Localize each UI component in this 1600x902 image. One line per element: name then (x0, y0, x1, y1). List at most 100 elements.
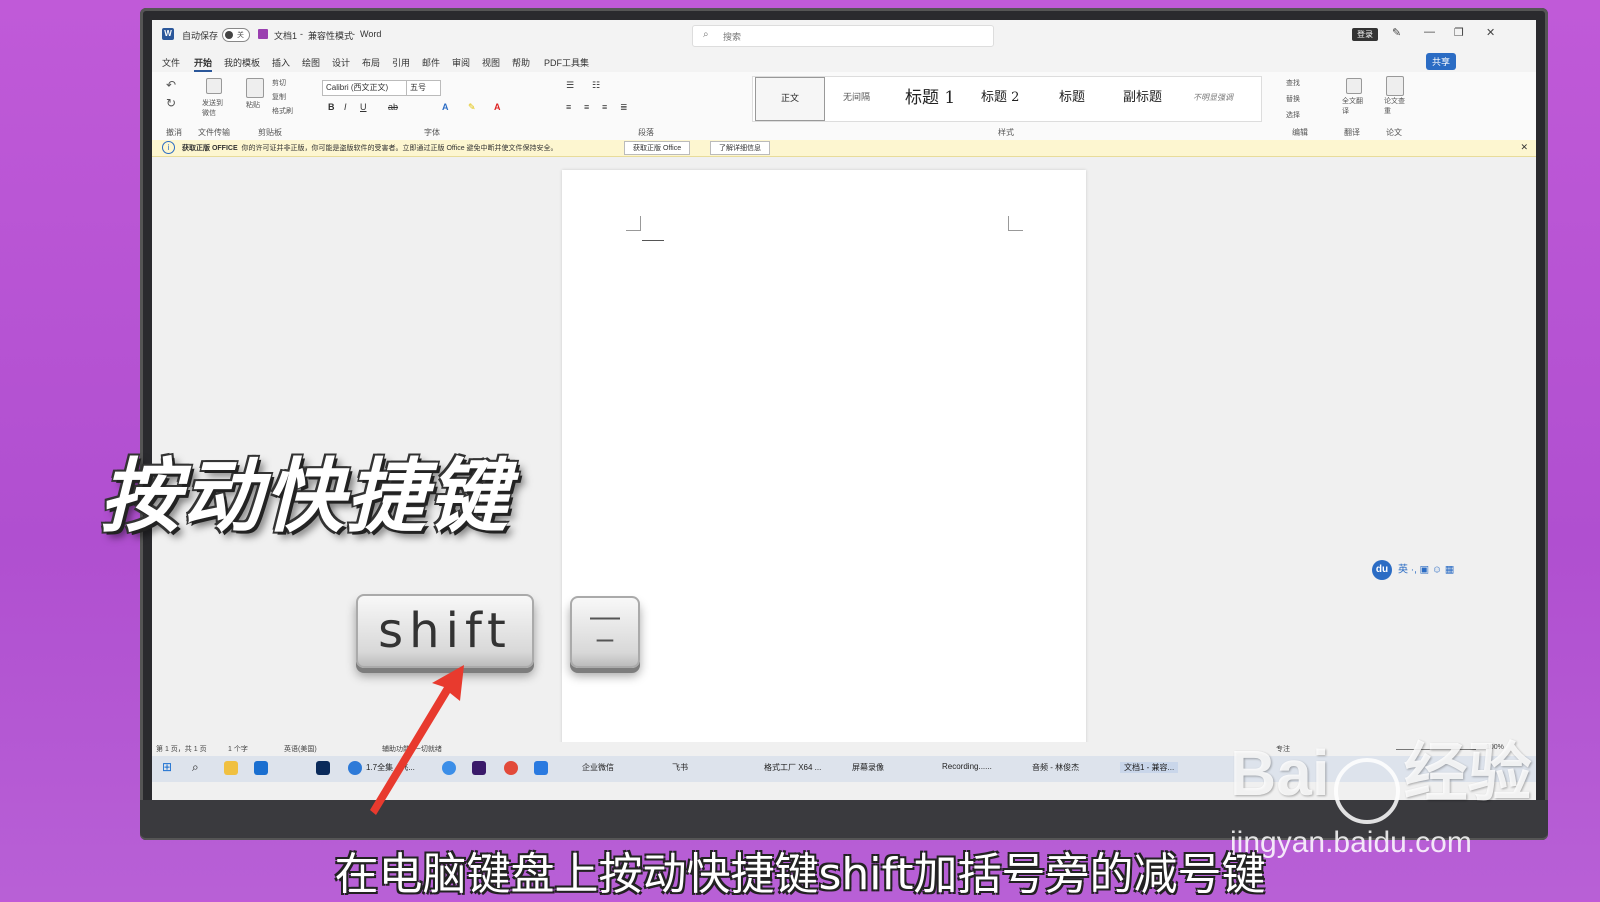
pointer-arrow-icon (370, 665, 464, 815)
tab-file[interactable]: 文件 (162, 56, 180, 69)
tab-pdf-tools[interactable]: PDF工具集 (544, 56, 589, 69)
undo-icon[interactable]: ↶ (166, 78, 176, 92)
styles-gallery: 正文 无间隔 标题 1 标题 2 标题 副标题 不明显强调 (752, 76, 1262, 122)
tab-review[interactable]: 审阅 (452, 56, 470, 69)
style-normal[interactable]: 正文 (755, 77, 825, 121)
taskbar-search-icon[interactable]: ⌕ (192, 760, 199, 775)
align-right-icon[interactable]: ≡ (602, 102, 607, 112)
baidu-ime-toolbar[interactable]: du 英 ·, ▣ ☺ ▦ (1372, 560, 1454, 580)
tab-design[interactable]: 设计 (332, 56, 350, 69)
font-size-select[interactable]: 五号 (406, 80, 441, 96)
word-count[interactable]: 1 个字 (228, 744, 248, 754)
text-effect-button[interactable]: A (442, 102, 449, 112)
align-center-icon[interactable]: ≡ (584, 102, 589, 112)
page-count[interactable]: 第 1 页，共 1 页 (156, 744, 207, 754)
margin-mark (626, 216, 641, 231)
style-subtitle[interactable]: 副标题 (1123, 77, 1162, 119)
folder-icon[interactable] (224, 761, 238, 775)
tab-references[interactable]: 引用 (392, 56, 410, 69)
redo-icon[interactable]: ↻ (166, 96, 176, 110)
search-input[interactable]: ⌕ 搜索 (692, 25, 994, 47)
shift-key: shift (356, 594, 534, 668)
style-subtle-emphasis[interactable]: 不明显强调 (1193, 77, 1233, 119)
baidu-watermark: Bai 经验 jingyan.baidu.com (1230, 737, 1532, 859)
info-icon: i (162, 141, 175, 154)
doc-title: 文档1 (274, 31, 298, 41)
restore-icon[interactable]: ❐ (1454, 26, 1464, 39)
tab-home[interactable]: 开始 (194, 56, 213, 72)
strike-button[interactable]: ab (388, 102, 398, 112)
select-button[interactable]: 选择 (1286, 110, 1300, 120)
underline-button[interactable]: U (360, 102, 367, 112)
paper-check-icon[interactable] (1386, 76, 1404, 96)
taskbar-item[interactable]: 屏幕录像 (852, 762, 884, 773)
tab-draw[interactable]: 绘图 (302, 56, 320, 69)
cut-button[interactable]: 剪切 (272, 78, 286, 88)
style-title[interactable]: 标题 (1059, 77, 1085, 119)
style-heading1[interactable]: 标题 1 (905, 77, 955, 119)
feishu-icon[interactable] (534, 761, 548, 775)
search-icon: ⌕ (703, 29, 709, 40)
menu-bar: 文件 开始 我的模板 插入 绘图 设计 布局 引用 邮件 审阅 视图 帮助 PD… (152, 50, 1536, 72)
highlight-icon[interactable]: ✎ (468, 102, 476, 113)
align-left-icon[interactable]: ≡ (566, 102, 571, 112)
tab-insert[interactable]: 插入 (272, 56, 290, 69)
taskbar-item[interactable]: 企业微信 (582, 762, 614, 773)
get-office-button[interactable]: 获取正版 Office (624, 141, 691, 155)
justify-icon[interactable]: ≣ (620, 102, 628, 113)
find-button[interactable]: 查找 (1286, 78, 1300, 88)
notice-title: 获取正版 OFFICE (182, 145, 238, 152)
autosave-label: 自动保存 (182, 31, 219, 41)
save-icon[interactable] (258, 29, 268, 39)
wechat-transfer-icon[interactable] (206, 78, 222, 94)
copy-button[interactable]: 复制 (272, 92, 286, 102)
share-button[interactable]: 共享 (1426, 53, 1457, 70)
text-cursor (642, 240, 664, 241)
tab-layout[interactable]: 布局 (362, 56, 380, 69)
format-painter-button[interactable]: 格式刷 (272, 106, 293, 116)
pen-icon[interactable]: ✎ (1392, 26, 1401, 39)
style-no-spacing[interactable]: 无间隔 (843, 77, 870, 119)
subtitle-caption: 在电脑键盘上按动快捷键shift加括号旁的减号键 (334, 849, 1266, 900)
tab-mailings[interactable]: 邮件 (422, 56, 440, 69)
style-heading2[interactable]: 标题 2 (981, 77, 1019, 119)
taskbar-item[interactable]: 格式工厂 X64 ... (764, 762, 821, 773)
taskbar-item-word[interactable]: 文档1 - 兼容... (1120, 762, 1179, 773)
italic-button[interactable]: I (344, 102, 347, 112)
margin-mark (1008, 216, 1023, 231)
translate-icon[interactable] (1346, 78, 1362, 94)
close-icon[interactable]: ✕ (1486, 26, 1495, 39)
autosave-toggle[interactable]: 关 (222, 28, 250, 42)
baidu-paw-icon (1333, 757, 1400, 824)
login-button[interactable]: 登录 (1352, 28, 1378, 41)
taskbar-item[interactable]: Recording...... (942, 762, 992, 771)
baidu-ime-logo: du (1372, 560, 1392, 580)
ribbon: ↶ ↻ 撤消 发送到微信 文件传输 粘贴 剪切 复制 格式刷 剪贴板 Calib… (152, 72, 1536, 141)
mail-icon[interactable] (254, 761, 268, 775)
title-bar: W 自动保存 关 文档1 - 兼容性模式 - Word ⌕ 搜索 登录 ✎ — … (152, 20, 1536, 50)
replace-button[interactable]: 替换 (1286, 94, 1300, 104)
notice-text: 你的许可证并非正版，你可能是盗版软件的受害者。立即通过正版 Office 避免中… (241, 145, 558, 152)
compat-mode: 兼容性模式 (308, 31, 354, 41)
font-name-select[interactable]: Calibri (西文正文) (322, 80, 407, 96)
license-notice: i 获取正版 OFFICE 你的许可证并非正版，你可能是盗版软件的受害者。立即通… (152, 140, 1536, 157)
tab-help[interactable]: 帮助 (512, 56, 530, 69)
overlay-title: 按动快捷键 (100, 450, 510, 543)
learn-more-button[interactable]: 了解详细信息 (710, 141, 770, 155)
bold-button[interactable]: B (328, 102, 335, 112)
font-color-button[interactable]: A (494, 102, 501, 112)
document-page[interactable] (562, 170, 1086, 760)
chrome-icon[interactable] (504, 761, 518, 775)
taskbar-item[interactable]: 飞书 (672, 762, 688, 773)
photoshop-icon[interactable] (316, 761, 330, 775)
start-icon[interactable]: ⊞ (162, 760, 172, 774)
paste-icon[interactable] (246, 78, 264, 98)
numbering-icon[interactable]: ☷ (592, 80, 600, 91)
taskbar-item[interactable]: 音频 - 林俊杰 (1032, 762, 1079, 773)
bullets-icon[interactable]: ☰ (566, 80, 574, 91)
close-notice-icon[interactable]: ✕ (1520, 142, 1528, 153)
tab-templates[interactable]: 我的模板 (224, 56, 260, 69)
language[interactable]: 英语(美国) (284, 744, 317, 754)
tab-view[interactable]: 视图 (482, 56, 500, 69)
minimize-icon[interactable]: — (1424, 26, 1435, 38)
